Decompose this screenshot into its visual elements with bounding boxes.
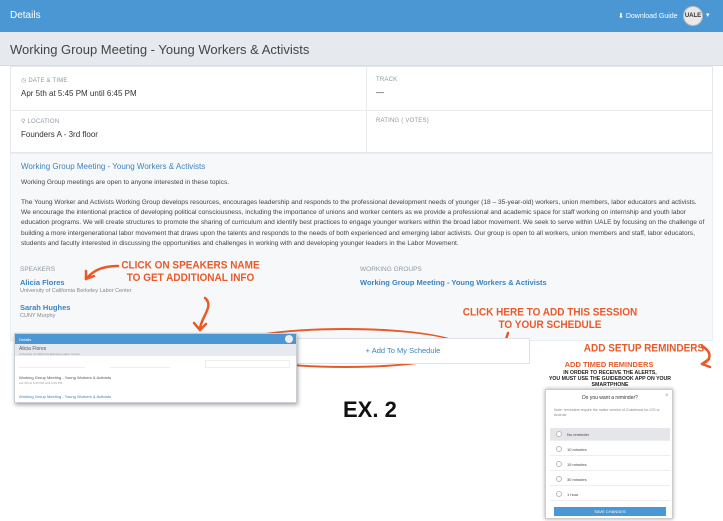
preview-session: Working Group Meeting - Young Workers & …	[19, 375, 112, 380]
reminder-modal: Do you want a reminder? × Note: reminder…	[545, 389, 673, 519]
modal-note: Note: reminders require the native versi…	[554, 408, 660, 417]
reminder-option[interactable]: 1 hour	[550, 488, 670, 501]
preview-header: Alicia Flores University of California B…	[15, 344, 296, 356]
speaker-preview-screenshot: Details Alicia Flores University of Cali…	[14, 333, 297, 403]
reminder-option-label: 15 minutes	[567, 462, 587, 467]
preview-field	[110, 360, 170, 368]
preview-topbar: Details	[15, 334, 296, 344]
reminder-option[interactable]: No reminder	[550, 428, 670, 441]
radio-icon	[556, 476, 562, 482]
reminder-option-label: 1 hour	[567, 492, 579, 497]
close-icon[interactable]: ×	[665, 393, 669, 399]
reminder-option[interactable]: 10 minutes	[550, 443, 670, 456]
preview-group-session: Working Group Meeting - Young Workers & …	[19, 394, 112, 399]
reminder-option[interactable]: 30 minutes	[550, 473, 670, 486]
radio-icon	[556, 446, 562, 452]
add-to-schedule-button[interactable]: + Add To My Schedule	[276, 338, 530, 364]
preview-field	[19, 360, 85, 368]
reminder-option-label: 30 minutes	[567, 477, 587, 482]
preview-topbar-title: Details	[19, 337, 32, 342]
preview-field	[205, 360, 290, 368]
preview-avatar	[285, 335, 293, 343]
save-changes-button[interactable]: SAVE CHANGES	[554, 507, 666, 516]
preview-session-time: Apr 5th at 5:45 PM until 6:45 PM	[19, 381, 63, 385]
preview-org: University of California Berkeley Labor …	[19, 352, 80, 356]
reminder-option-label: 10 minutes	[567, 447, 587, 452]
reminder-option-label: No reminder	[567, 432, 590, 437]
example-label: EX. 2	[343, 397, 397, 422]
modal-title: Do you want a reminder?	[582, 395, 638, 401]
radio-icon	[556, 461, 562, 467]
radio-icon	[556, 431, 562, 437]
radio-icon	[556, 491, 562, 497]
reminder-option[interactable]: 15 minutes	[550, 458, 670, 471]
